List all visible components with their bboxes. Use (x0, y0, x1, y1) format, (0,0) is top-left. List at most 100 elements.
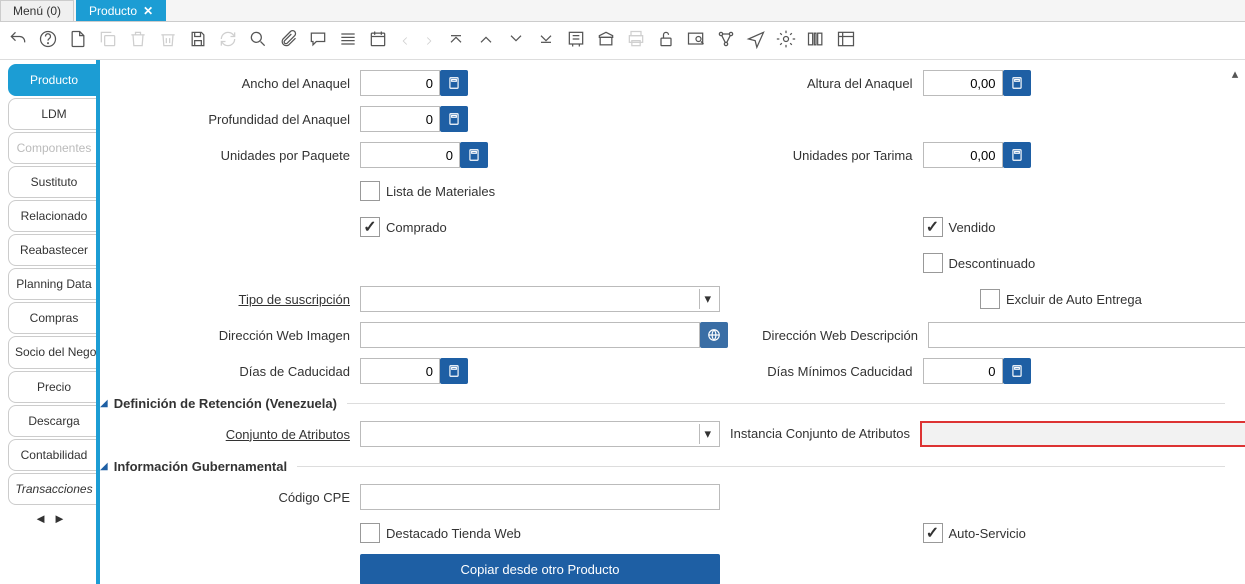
tab-menu[interactable]: Menú (0) (0, 0, 74, 21)
section-retencion: ◢ Definición de Retención (Venezuela) (100, 396, 1225, 411)
archive-icon[interactable] (596, 29, 616, 52)
zoom-across-icon[interactable] (686, 29, 706, 52)
undo-icon[interactable] (8, 29, 28, 52)
nav-next-icon[interactable] (506, 29, 526, 52)
input-attrset-instance[interactable] (920, 421, 1245, 447)
chk-sold[interactable] (923, 217, 943, 237)
sidetab-contabilidad[interactable]: Contabilidad (8, 439, 100, 471)
sidetab-compras[interactable]: Compras (8, 302, 100, 334)
label-units-pack: Unidades por Paquete (100, 148, 360, 163)
delete-icon (128, 29, 148, 52)
toolbar (0, 22, 1245, 60)
form-scrollbar[interactable]: ▴ (1227, 66, 1243, 82)
input-units-pallet[interactable] (923, 142, 1003, 168)
calc-icon[interactable] (440, 106, 468, 132)
chk-featured-web[interactable] (360, 523, 380, 543)
globe-icon[interactable] (700, 322, 728, 348)
calc-icon[interactable] (1003, 142, 1031, 168)
label-exclude-auto: Excluir de Auto Entrega (1006, 292, 1142, 307)
sidetab-componentes: Componentes (8, 132, 100, 164)
sidetab-descarga[interactable]: Descarga (8, 405, 100, 437)
copy-from-button[interactable]: Copiar desde otro Producto (360, 554, 720, 584)
calc-icon[interactable] (440, 70, 468, 96)
sidetab-relacionado[interactable]: Relacionado (8, 200, 100, 232)
chk-bom[interactable] (360, 181, 380, 201)
input-profundidad[interactable] (360, 106, 440, 132)
label-attrset: Conjunto de Atributos (100, 427, 360, 442)
input-cpe[interactable] (360, 484, 720, 510)
select-attrset[interactable]: ▾ (360, 421, 720, 447)
sidetab-socio[interactable]: Socio del Negocio (8, 336, 100, 368)
label-profundidad: Profundidad del Anaquel (100, 112, 360, 127)
select-subscription[interactable]: ▾ (360, 286, 720, 312)
label-altura: Altura del Anaquel (663, 76, 923, 91)
chk-purchased[interactable] (360, 217, 380, 237)
collapse-icon[interactable]: ◢ (100, 398, 108, 409)
chk-discontinued[interactable] (923, 253, 943, 273)
input-guarantee[interactable] (360, 358, 440, 384)
chevron-down-icon: ▾ (699, 424, 715, 444)
calc-icon[interactable] (440, 358, 468, 384)
input-altura[interactable] (923, 70, 1003, 96)
label-desc-url: Dirección Web Descripción (728, 328, 928, 343)
chk-exclude-auto[interactable] (980, 289, 1000, 309)
nav-first-icon[interactable] (446, 29, 466, 52)
label-attrset-instance: Instancia Conjunto de Atributos (720, 426, 920, 442)
sidetab-precio[interactable]: Precio (8, 371, 100, 403)
form-area: Ancho del Anaquel Altura del Anaquel Pro… (100, 60, 1245, 584)
quick-entry-icon[interactable] (836, 29, 856, 52)
calc-icon[interactable] (1003, 70, 1031, 96)
label-guarantee-min: Días Mínimos Caducidad (663, 364, 923, 379)
chat-icon[interactable] (308, 29, 328, 52)
sidetab-ldm[interactable]: LDM (8, 98, 100, 130)
sidetab-transacciones[interactable]: Transacciones (8, 473, 100, 505)
label-bom: Lista de Materiales (386, 184, 495, 199)
report-icon[interactable] (566, 29, 586, 52)
chevron-down-icon: ▾ (699, 289, 715, 309)
nav-last-icon[interactable] (536, 29, 556, 52)
new-icon[interactable] (68, 29, 88, 52)
scroll-up-icon[interactable]: ▴ (1232, 66, 1239, 82)
request-icon[interactable] (746, 29, 766, 52)
input-guarantee-min[interactable] (923, 358, 1003, 384)
workflow-icon[interactable] (716, 29, 736, 52)
history-icon[interactable] (368, 29, 388, 52)
grid-toggle-icon[interactable] (338, 29, 358, 52)
tab-producto[interactable]: Producto ✕ (76, 0, 166, 21)
input-units-pack[interactable] (360, 142, 460, 168)
attachment-icon[interactable] (278, 29, 298, 52)
process-icon[interactable] (776, 29, 796, 52)
input-image-url[interactable] (360, 322, 700, 348)
sidetab-scroll-right-icon[interactable]: ► (53, 511, 66, 526)
input-desc-url[interactable] (928, 322, 1245, 348)
sidetab-scroll-left-icon[interactable]: ◄ (34, 511, 47, 526)
sidetab-sustituto[interactable]: Sustituto (8, 166, 100, 198)
nav-next-parent-icon (422, 31, 436, 51)
nav-prev-parent-icon (398, 31, 412, 51)
sidetab-producto[interactable]: Producto (8, 64, 100, 96)
label-subscription: Tipo de suscripción (100, 292, 360, 307)
close-icon[interactable]: ✕ (143, 4, 153, 18)
sidetab-planning[interactable]: Planning Data (8, 268, 100, 300)
lock-icon[interactable] (656, 29, 676, 52)
side-tabs: Producto LDM Componentes Sustituto Relac… (0, 60, 100, 584)
sidetab-reabastecer[interactable]: Reabastecer (8, 234, 100, 266)
label-discontinued: Descontinuado (949, 256, 1036, 271)
label-sold: Vendido (949, 220, 996, 235)
label-self-service: Auto-Servicio (949, 526, 1026, 541)
input-ancho[interactable] (360, 70, 440, 96)
delete-multi-icon (158, 29, 178, 52)
calc-icon[interactable] (1003, 358, 1031, 384)
nav-prev-icon[interactable] (476, 29, 496, 52)
chk-self-service[interactable] (923, 523, 943, 543)
label-featured-web: Destacado Tienda Web (386, 526, 521, 541)
calc-icon[interactable] (460, 142, 488, 168)
collapse-icon[interactable]: ◢ (100, 461, 108, 472)
help-icon[interactable] (38, 29, 58, 52)
label-cpe: Código CPE (100, 490, 360, 505)
search-icon[interactable] (248, 29, 268, 52)
label-image-url: Dirección Web Imagen (100, 328, 360, 343)
label-units-pallet: Unidades por Tarima (663, 148, 923, 163)
save-icon[interactable] (188, 29, 208, 52)
product-info-icon[interactable] (806, 29, 826, 52)
